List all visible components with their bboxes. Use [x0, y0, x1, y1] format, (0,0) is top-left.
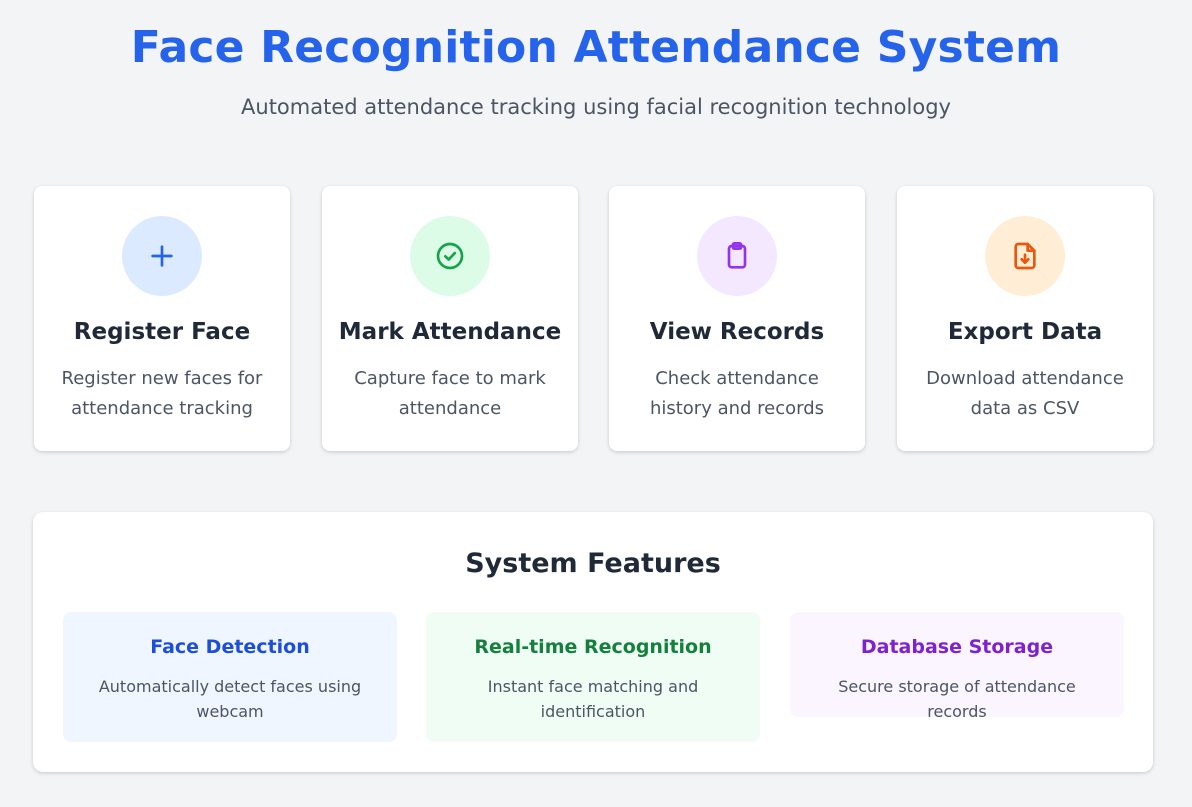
view-records-card[interactable]: View Records Check attendance history an… [609, 186, 865, 451]
feature-title: Face Detection [150, 636, 310, 658]
card-title: View Records [649, 319, 825, 345]
page: Face Recognition Attendance System Autom… [0, 0, 1192, 807]
clipboard-icon [697, 216, 777, 296]
feature-description: Automatically detect faces using webcam [98, 677, 362, 721]
feature-real-time-recognition: Real-time Recognition Instant face match… [426, 612, 760, 742]
card-description: Register new faces for attendance tracki… [61, 368, 263, 419]
export-data-card[interactable]: Export Data Download attendance data as … [897, 186, 1153, 451]
plus-icon [122, 216, 202, 296]
page-title: Face Recognition Attendance System [130, 22, 1062, 73]
mark-attendance-card[interactable]: Mark Attendance Capture face to mark att… [322, 186, 578, 451]
check-circle-icon [410, 216, 490, 296]
feature-title: Real-time Recognition [474, 636, 712, 658]
feature-database-storage: Database Storage Secure storage of atten… [790, 612, 1124, 721]
feature-face-detection: Face Detection Automatically detect face… [63, 612, 397, 742]
file-download-icon [985, 216, 1065, 296]
card-description: Capture face to mark attendance [354, 368, 546, 419]
card-title: Export Data [947, 319, 1103, 345]
feature-description: Secure storage of attendance records [838, 677, 1076, 721]
system-features-panel: System Features Face Detection Automatic… [33, 512, 1153, 772]
card-title: Mark Attendance [338, 319, 562, 345]
card-description: Check attendance history and records [649, 368, 825, 419]
card-title: Register Face [73, 319, 251, 345]
features-title: System Features [465, 548, 721, 579]
feature-title: Database Storage [860, 636, 1054, 658]
page-subtitle: Automated attendance tracking using faci… [241, 95, 951, 119]
register-face-card[interactable]: Register Face Register new faces for att… [34, 186, 290, 451]
action-cards: Register Face Register new faces for att… [34, 186, 1153, 451]
card-description: Download attendance data as CSV [926, 368, 1124, 419]
feature-description: Instant face matching and identification [487, 677, 699, 721]
